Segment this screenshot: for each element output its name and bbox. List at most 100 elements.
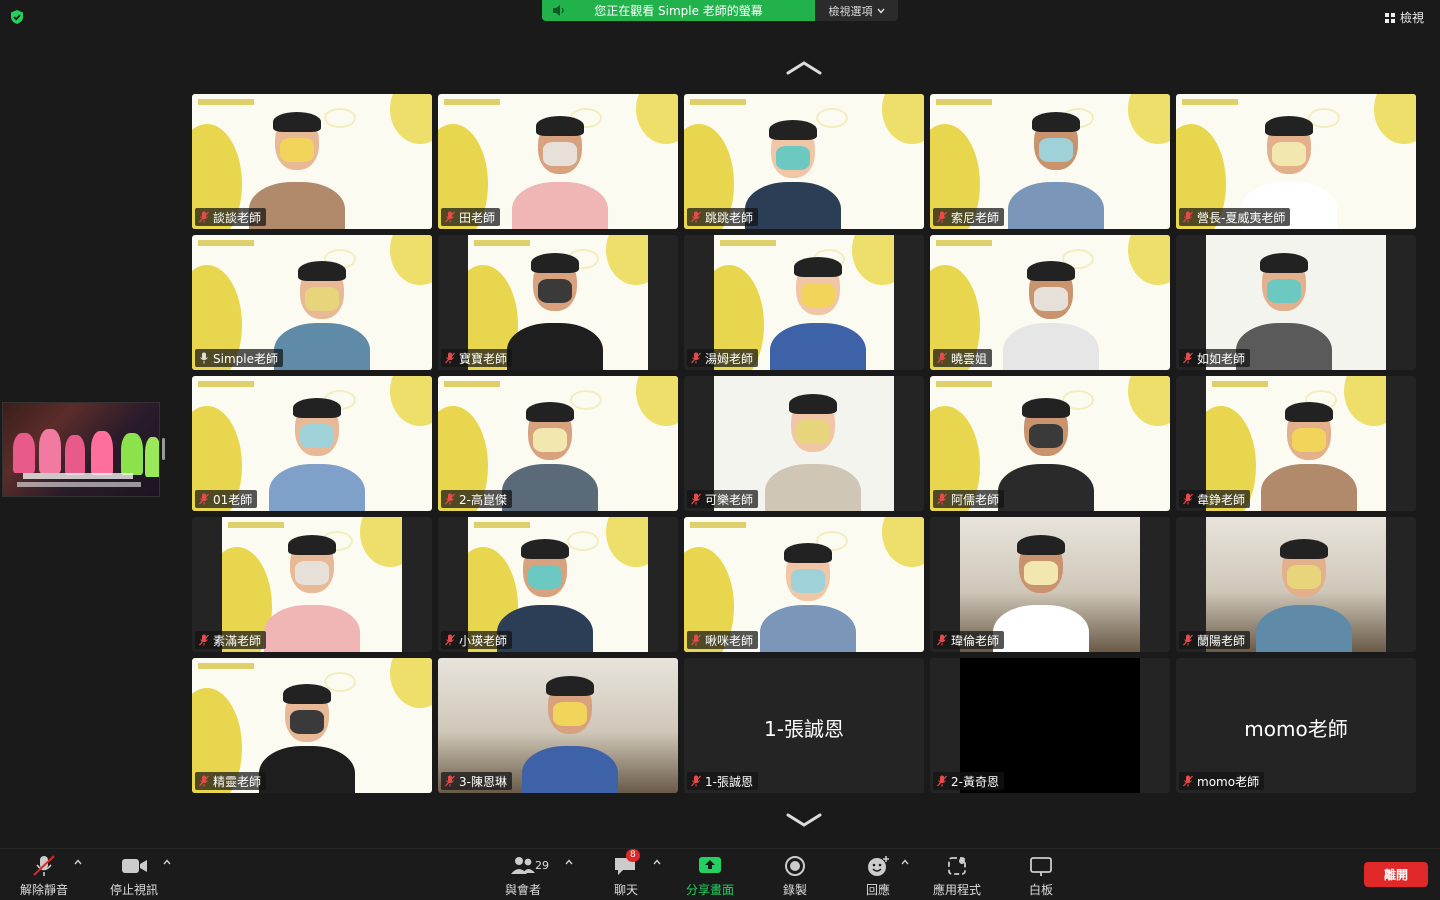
participant-name: 2-高崑傑 [459, 492, 507, 507]
participant-tile[interactable]: 如如老師 [1176, 235, 1416, 370]
participant-name: 小瑛老師 [459, 633, 508, 648]
unmute-button[interactable]: 解除靜音 [20, 855, 68, 898]
participant-tile[interactable]: 索尼老師 [930, 94, 1170, 229]
leave-meeting-button[interactable]: 離開 [1364, 862, 1428, 887]
meeting-toolbar: 解除靜音 停止視訊 29 與會者 8 聊天 分享畫面 錄製 回應 應用程式 白板… [0, 848, 1440, 900]
reactions-button[interactable]: 回應 [864, 855, 892, 898]
participant-tile[interactable]: 蘭陽老師 [1176, 517, 1416, 652]
record-button[interactable]: 錄製 [781, 855, 809, 898]
stop-video-label: 停止視訊 [110, 883, 159, 897]
participant-tile[interactable]: 啾咪老師 [684, 517, 924, 652]
participant-tile[interactable]: 曉雲姐 [930, 235, 1170, 370]
chat-unread-badge: 8 [626, 849, 640, 862]
participant-name-tag: 01老師 [195, 490, 258, 508]
participant-name-tag: 寶寶老師 [441, 349, 513, 367]
microphone-icon [200, 352, 208, 364]
apps-button[interactable]: 應用程式 [933, 855, 981, 898]
participant-tile[interactable]: 營長-夏威夷老師 [1176, 94, 1416, 229]
participant-tile[interactable]: 可樂老師 [684, 376, 924, 511]
participants-icon [511, 857, 535, 874]
chat-options-caret-icon[interactable] [653, 859, 661, 865]
participant-name: 談談老師 [213, 210, 262, 225]
chat-button[interactable]: 8 聊天 [612, 849, 640, 898]
participant-tile[interactable]: 素滿老師 [192, 517, 432, 652]
participant-name-tag: 韋錚老師 [1179, 490, 1251, 508]
participant-name: 田老師 [459, 210, 496, 225]
participant-name-tag: 跳跳老師 [687, 208, 759, 226]
view-options-button[interactable]: 檢視選項 [815, 0, 898, 21]
participant-tile[interactable]: 田老師 [438, 94, 678, 229]
participant-name: momo老師 [1197, 774, 1260, 789]
view-label: 檢視 [1399, 11, 1424, 25]
participant-name: 韋錚老師 [1197, 492, 1246, 507]
participants-label: 與會者 [505, 883, 542, 897]
participant-name-tag: 2-黃奇恩 [933, 772, 1004, 790]
participant-tile[interactable]: 01老師 [192, 376, 432, 511]
participant-name-tag: 蘭陽老師 [1179, 631, 1251, 649]
whiteboard-button[interactable]: 白板 [1027, 855, 1055, 898]
participant-name: 曉雲姐 [951, 351, 988, 366]
video-options-caret-icon[interactable] [163, 859, 171, 865]
security-shield-icon[interactable] [9, 9, 25, 25]
gallery-grid: 談談老師 田老師 跳跳老師 索尼老師 營長-夏威夷老師 Simple老師 寶寶老師 湯姆老師 曉… [192, 94, 1416, 793]
participant-tile[interactable]: 精靈老師 [192, 658, 432, 793]
participant-tile[interactable]: 韋錚老師 [1176, 376, 1416, 511]
participant-tile[interactable]: 2-黃奇恩 [930, 658, 1170, 793]
participant-name-tag: 小瑛老師 [441, 631, 513, 649]
participant-tile[interactable]: momo老師 momo老師 [1176, 658, 1416, 793]
share-screen-button[interactable]: 分享畫面 [686, 855, 734, 898]
participant-tile[interactable]: 小瑛老師 [438, 517, 678, 652]
page-up-arrow-icon[interactable] [786, 60, 822, 76]
participant-tile[interactable]: 湯姆老師 [684, 235, 924, 370]
muted-microphone-icon [1183, 211, 1193, 223]
participant-tile[interactable]: 瑋倫老師 [930, 517, 1170, 652]
record-label: 錄製 [782, 883, 807, 897]
thumbnail-figure [91, 431, 113, 475]
thumbnail-figure [121, 433, 143, 475]
muted-microphone-icon [199, 493, 209, 505]
participant-name-tag: momo老師 [1179, 772, 1265, 790]
participant-tile[interactable]: 1-張誠恩 1-張誠恩 [684, 658, 924, 793]
reactions-options-caret-icon[interactable] [901, 859, 909, 865]
view-button[interactable]: 檢視 [1384, 9, 1424, 26]
participant-name: 阿儒老師 [951, 492, 1000, 507]
participant-name: 啾咪老師 [705, 633, 754, 648]
stop-video-button[interactable]: 停止視訊 [110, 855, 158, 898]
participant-name-tag: 素滿老師 [195, 631, 267, 649]
participant-name: 寶寶老師 [459, 351, 508, 366]
muted-microphone-icon [691, 493, 701, 505]
participants-button[interactable]: 29 與會者 [505, 855, 549, 898]
share-screen-icon [699, 857, 721, 873]
participant-tile[interactable]: 寶寶老師 [438, 235, 678, 370]
participant-tile[interactable]: 2-高崑傑 [438, 376, 678, 511]
participant-name-tag: 精靈老師 [195, 772, 267, 790]
muted-microphone-icon [445, 352, 455, 364]
muted-microphone-icon [1183, 493, 1193, 505]
participant-name-tag: 3-陳恩琳 [441, 772, 512, 790]
participant-name: 可樂老師 [705, 492, 754, 507]
participant-name-tag: 營長-夏威夷老師 [1179, 208, 1291, 226]
participant-tile[interactable]: Simple老師 [192, 235, 432, 370]
shared-screen-thumbnail[interactable] [2, 402, 160, 497]
participant-name-tag: 啾咪老師 [687, 631, 759, 649]
video-camera-icon [122, 859, 147, 873]
participant-name: 2-黃奇恩 [951, 774, 999, 789]
muted-microphone-icon [445, 775, 455, 787]
participant-tile[interactable]: 阿儒老師 [930, 376, 1170, 511]
audio-options-caret-icon[interactable] [74, 859, 82, 865]
thumbnail-figure [145, 437, 159, 477]
muted-microphone-icon [937, 634, 947, 646]
participant-name: 如如老師 [1197, 351, 1246, 366]
muted-microphone-icon [199, 211, 209, 223]
participant-tile[interactable]: 談談老師 [192, 94, 432, 229]
muted-microphone-icon [445, 493, 455, 505]
participant-name-tag: 阿儒老師 [933, 490, 1005, 508]
thumbnail-resize-handle[interactable] [162, 438, 165, 460]
participant-tile[interactable]: 跳跳老師 [684, 94, 924, 229]
participant-tile[interactable]: 3-陳恩琳 [438, 658, 678, 793]
page-down-arrow-icon[interactable] [786, 812, 822, 828]
muted-microphone-icon [445, 211, 455, 223]
participants-options-caret-icon[interactable] [565, 859, 573, 865]
muted-microphone-icon [199, 634, 209, 646]
muted-microphone-icon [691, 634, 701, 646]
